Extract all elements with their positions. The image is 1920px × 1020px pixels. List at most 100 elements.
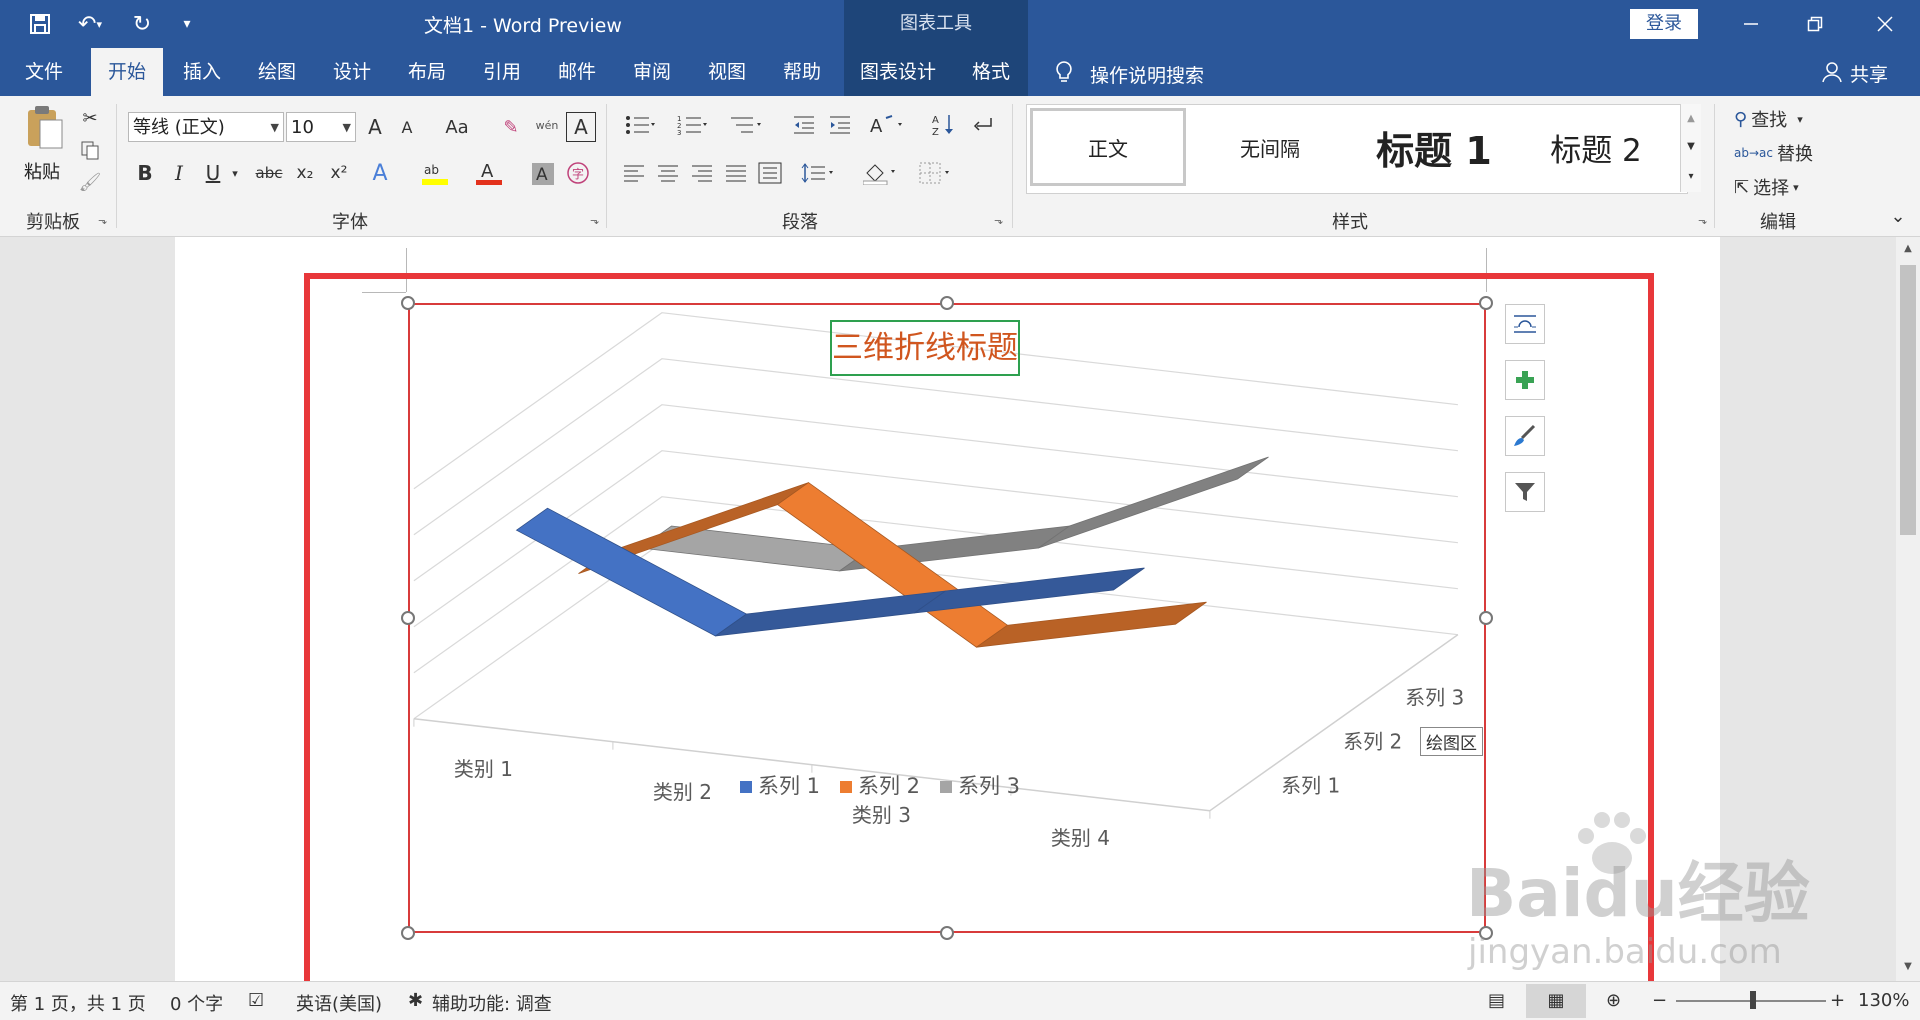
grow-font-button[interactable]: A — [362, 112, 388, 142]
shrink-font-button[interactable]: A — [394, 112, 420, 142]
zoom-slider-thumb[interactable] — [1750, 991, 1756, 1009]
close-icon[interactable] — [1870, 10, 1900, 38]
paragraph-launcher-icon[interactable]: ⬎ — [994, 214, 1003, 227]
style-heading-1[interactable]: 标题 1 — [1354, 108, 1514, 186]
accessibility-status[interactable]: 辅助功能: 调查 — [432, 990, 552, 1016]
chart-styles-button[interactable] — [1505, 416, 1545, 456]
style-heading-2[interactable]: 标题 2 — [1516, 108, 1676, 186]
chart-filters-button[interactable] — [1505, 472, 1545, 512]
resize-handle[interactable] — [401, 611, 415, 625]
print-layout-button[interactable]: ▦ — [1526, 984, 1586, 1018]
read-mode-icon[interactable]: ▤ — [1488, 990, 1505, 1011]
phonetic-guide-button[interactable]: wén — [532, 108, 562, 142]
subscript-button[interactable]: x₂ — [292, 158, 318, 188]
justify-icon[interactable] — [722, 158, 750, 188]
redo-icon[interactable]: ↻ — [128, 10, 156, 38]
web-layout-icon[interactable]: ⊕ — [1606, 990, 1621, 1011]
tab-review[interactable]: 审阅 — [616, 48, 688, 96]
multilevel-list-icon[interactable] — [724, 110, 768, 140]
share-button[interactable]: 共享 — [1850, 60, 1888, 87]
text-effects-icon[interactable]: A — [366, 158, 394, 188]
style-no-spacing[interactable]: 无间隔 — [1190, 108, 1350, 186]
increase-indent-icon[interactable] — [826, 110, 854, 140]
style-normal[interactable]: 正文 — [1030, 108, 1186, 186]
tab-home[interactable]: 开始 — [91, 48, 163, 96]
decrease-indent-icon[interactable] — [790, 110, 818, 140]
font-color-icon[interactable]: A — [474, 158, 504, 188]
tab-chart-design[interactable]: 图表设计 — [850, 48, 946, 96]
resize-handle[interactable] — [940, 926, 954, 940]
styles-launcher-icon[interactable]: ⬎ — [1698, 214, 1707, 227]
chart-elements-button[interactable] — [1505, 360, 1545, 400]
chart-object[interactable]: 类别 1类别 2类别 3类别 4012345系列 1系列 2系列 3系列 1系列… — [408, 303, 1486, 933]
clipboard-launcher-icon[interactable]: ⬎ — [98, 214, 107, 227]
italic-button[interactable]: I — [166, 158, 192, 188]
tab-view[interactable]: 视图 — [691, 48, 763, 96]
styles-more-icon[interactable]: ▾ — [1680, 160, 1701, 192]
minimize-icon[interactable] — [1736, 10, 1766, 38]
collapse-ribbon-icon[interactable]: ⌄ — [1884, 204, 1912, 228]
bold-button[interactable]: B — [132, 158, 158, 188]
replace-button[interactable]: ab→ac 替换 — [1734, 138, 1813, 168]
enclose-char-icon[interactable]: 字 — [564, 158, 592, 188]
font-name-select[interactable]: 等线 (正文) ▼ — [128, 112, 284, 142]
resize-handle[interactable] — [1479, 611, 1493, 625]
customize-toolbar-icon[interactable]: ▾ — [176, 10, 198, 38]
char-shading-icon[interactable]: A — [530, 158, 556, 188]
restore-icon[interactable] — [1800, 10, 1830, 38]
sort-icon[interactable]: AZ — [930, 110, 958, 140]
tab-file[interactable]: 文件 — [0, 48, 88, 96]
tab-design[interactable]: 设计 — [316, 48, 388, 96]
tab-format[interactable]: 格式 — [955, 48, 1027, 96]
scroll-down-icon[interactable]: ▼ — [1898, 957, 1918, 977]
tab-insert[interactable]: 插入 — [166, 48, 238, 96]
tab-draw[interactable]: 绘图 — [241, 48, 313, 96]
zoom-out-icon[interactable]: − — [1652, 990, 1667, 1011]
borders-icon[interactable] — [914, 158, 958, 188]
resize-handle[interactable] — [940, 296, 954, 310]
resize-handle[interactable] — [401, 296, 415, 310]
char-border-button[interactable]: A — [566, 112, 596, 142]
numbering-icon[interactable]: 123 — [672, 110, 712, 140]
tab-layout[interactable]: 布局 — [391, 48, 463, 96]
proofing-icon[interactable]: ☑ — [248, 990, 264, 1011]
select-button[interactable]: ⇱ 选择 ▾ — [1734, 172, 1799, 202]
login-button[interactable]: 登录 — [1630, 9, 1698, 39]
bullets-icon[interactable] — [620, 110, 660, 140]
styles-scroll-down-icon[interactable]: ▼ — [1680, 132, 1701, 160]
undo-icon[interactable]: ↶ ▾ — [70, 10, 110, 38]
copy-icon[interactable] — [76, 136, 104, 164]
chinese-layout-icon[interactable]: A — [866, 110, 908, 140]
find-button[interactable]: ⚲ 查找 ▾ — [1734, 104, 1803, 134]
align-right-icon[interactable] — [688, 158, 716, 188]
zoom-level[interactable]: 130% — [1858, 990, 1909, 1011]
clear-format-icon[interactable]: ✎ — [496, 112, 526, 142]
chart-title[interactable]: 三维折线标题 — [830, 320, 1020, 376]
distribute-icon[interactable] — [756, 158, 784, 188]
scroll-up-icon[interactable]: ▲ — [1898, 239, 1918, 259]
strikethrough-button[interactable]: abc — [254, 158, 284, 188]
word-count[interactable]: 0 个字 — [170, 990, 223, 1016]
font-launcher-icon[interactable]: ⬎ — [590, 214, 599, 227]
layout-options-button[interactable] — [1505, 304, 1545, 344]
superscript-button[interactable]: x² — [326, 158, 352, 188]
tab-mailings[interactable]: 邮件 — [541, 48, 613, 96]
align-center-icon[interactable] — [654, 158, 682, 188]
tab-help[interactable]: 帮助 — [766, 48, 838, 96]
scrollbar-thumb[interactable] — [1900, 265, 1916, 535]
underline-button[interactable]: U — [200, 158, 226, 188]
shading-icon[interactable] — [858, 158, 902, 188]
zoom-in-icon[interactable]: + — [1830, 990, 1845, 1011]
font-size-select[interactable]: 10 ▼ — [286, 112, 356, 142]
change-case-button[interactable]: Aa — [434, 112, 480, 142]
styles-scroll-up-icon[interactable]: ▲ — [1680, 104, 1701, 132]
highlight-color-icon[interactable]: ab — [420, 158, 450, 188]
tell-me-search[interactable]: 操作说明搜索 — [1090, 61, 1204, 88]
line-spacing-icon[interactable] — [796, 158, 840, 188]
resize-handle[interactable] — [1479, 296, 1493, 310]
show-marks-icon[interactable] — [968, 110, 996, 140]
save-icon[interactable] — [26, 10, 54, 38]
chevron-down-icon[interactable]: ▾ — [228, 158, 242, 188]
resize-handle[interactable] — [401, 926, 415, 940]
paste-button[interactable]: 粘贴 — [20, 104, 70, 184]
